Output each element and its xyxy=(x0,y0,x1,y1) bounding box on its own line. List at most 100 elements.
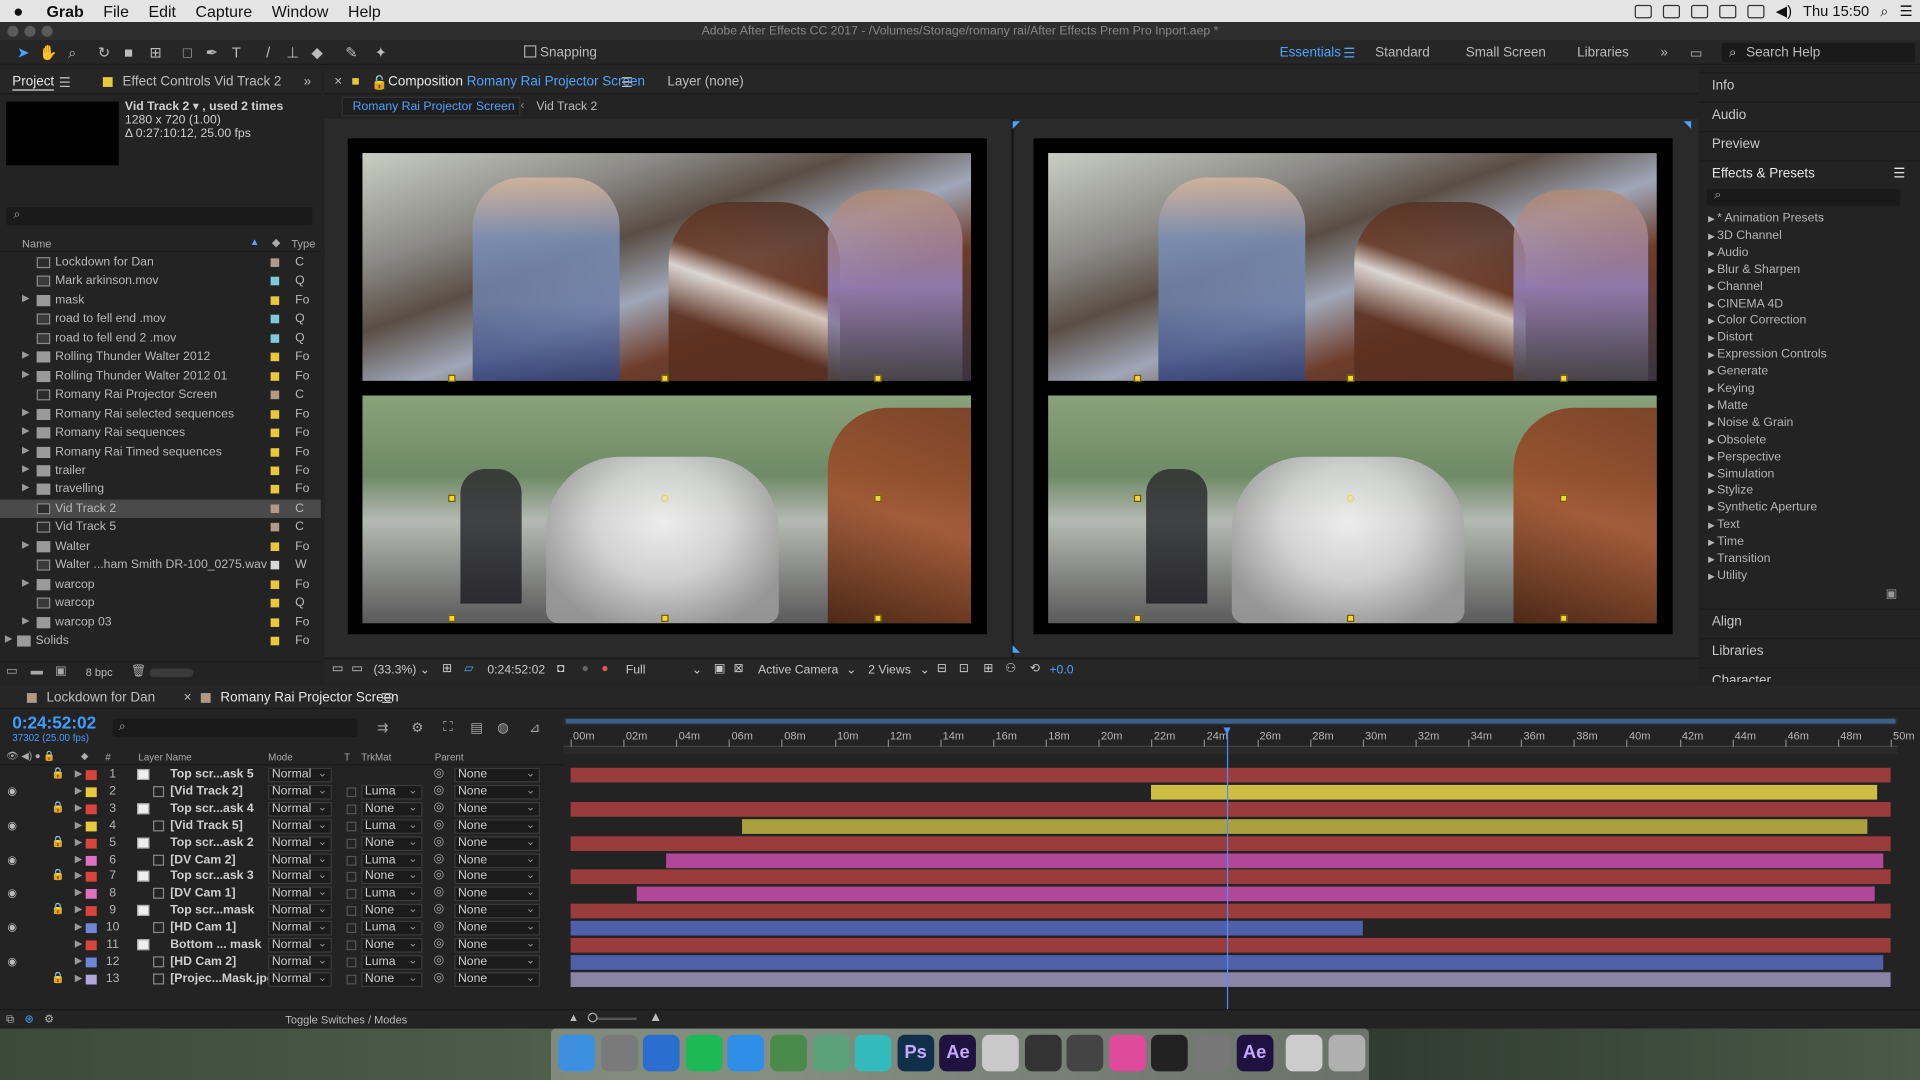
draft-3d-icon[interactable]: ⚙ xyxy=(411,720,423,736)
transform-handle[interactable] xyxy=(874,614,882,623)
preserve-transparency-checkbox[interactable] xyxy=(346,804,357,815)
disclosure-triangle-icon[interactable]: ▶ xyxy=(22,538,30,549)
layer-row[interactable]: ◉ ▶ 12 [HD Cam 2] Normal Luma ◎ None xyxy=(0,954,563,971)
hand-tool-icon[interactable]: ✋ xyxy=(39,44,57,61)
layer-name[interactable]: [Vid Track 5] xyxy=(170,819,243,832)
track-matte-dropdown[interactable]: None xyxy=(361,903,423,919)
transform-handle[interactable] xyxy=(448,614,456,623)
blend-mode-dropdown[interactable]: Normal xyxy=(268,767,332,783)
track-matte-dropdown[interactable]: Luma xyxy=(361,954,423,970)
menu-help[interactable]: Help xyxy=(338,2,390,20)
time-navigator[interactable] xyxy=(563,746,1898,755)
magnification-dropdown[interactable]: (33.3%) ⌄ xyxy=(373,664,430,677)
top-video-left[interactable] xyxy=(362,153,972,381)
breadcrumb-vid-track[interactable]: Vid Track 2 xyxy=(536,100,597,113)
snapshot-icon[interactable]: ◘ xyxy=(557,662,564,675)
transform-handle[interactable] xyxy=(1133,494,1142,503)
project-item[interactable]: ▶ warcop Fo xyxy=(0,575,321,593)
layer-label-swatch[interactable] xyxy=(85,889,97,900)
column-trkmat[interactable]: TrkMat xyxy=(361,752,391,763)
effect-category[interactable]: ▶ Channel xyxy=(1708,280,1763,293)
dock-app-icon[interactable] xyxy=(727,1034,765,1072)
anchor-point-handle[interactable] xyxy=(1346,494,1355,503)
track-matte-dropdown[interactable]: Luma xyxy=(361,818,423,834)
effect-category[interactable]: ▶ Matte xyxy=(1708,399,1748,412)
effect-category[interactable]: ▶ Simulation xyxy=(1708,467,1774,480)
layer-label-swatch[interactable] xyxy=(85,957,97,968)
parent-pick-whip-icon[interactable]: ◎ xyxy=(433,767,444,780)
parent-pick-whip-icon[interactable]: ◎ xyxy=(433,954,444,967)
column-parent[interactable]: Parent xyxy=(435,752,464,763)
project-panel-menu-icon[interactable]: ☰ xyxy=(59,75,71,91)
effect-category[interactable]: ▶ 3D Channel xyxy=(1708,229,1782,242)
parent-pick-whip-icon[interactable]: ◎ xyxy=(433,920,444,933)
layer-name[interactable]: [HD Cam 2] xyxy=(170,955,236,968)
menu-file[interactable]: File xyxy=(93,2,138,20)
project-item[interactable]: warcop Q xyxy=(0,594,321,612)
project-item[interactable]: ▶ Rolling Thunder Walter 2012 Fo xyxy=(0,348,321,366)
dock-app-icon[interactable] xyxy=(1328,1034,1366,1072)
label-swatch[interactable] xyxy=(270,315,280,324)
disclosure-triangle-icon[interactable]: ▶ xyxy=(22,482,30,493)
timeline-menu-icon[interactable]: ☰ xyxy=(381,691,393,707)
snapping-toggle[interactable]: Snapping xyxy=(524,45,597,60)
workspace-standard[interactable]: Standard xyxy=(1375,45,1430,60)
layer-label-swatch[interactable] xyxy=(85,923,97,934)
sort-ascending-icon[interactable]: ▲ xyxy=(250,236,260,247)
layer-label-swatch[interactable] xyxy=(85,787,97,798)
project-item[interactable]: ▶ Solids Fo xyxy=(0,632,321,650)
effect-category[interactable]: ▶ * Animation Presets xyxy=(1708,212,1824,225)
workspace-essentials[interactable]: Essentials xyxy=(1280,45,1341,60)
layer-disclosure-icon[interactable]: ▶ xyxy=(75,938,83,949)
layer-duration-bar[interactable] xyxy=(636,886,1875,902)
panel-audio[interactable]: Audio xyxy=(1699,101,1920,129)
project-item[interactable]: ▶ Romany Rai Timed sequences Fo xyxy=(0,443,321,461)
project-item[interactable]: ▶ mask Fo xyxy=(0,291,321,309)
flowchart-icon[interactable]: ⚇ xyxy=(1005,662,1016,675)
track-area[interactable] xyxy=(563,767,1898,990)
zoom-in-icon[interactable]: ▲ xyxy=(649,1010,662,1025)
mask-visibility-icon[interactable]: ▱ xyxy=(464,662,473,675)
bottom-video-right[interactable] xyxy=(1048,395,1657,624)
parent-pick-whip-icon[interactable]: ◎ xyxy=(433,801,444,814)
panel-effects-presets[interactable]: Effects & Presets ☰ xyxy=(1699,160,1920,187)
effect-category[interactable]: ▶ Text xyxy=(1708,518,1739,531)
transform-handle[interactable] xyxy=(1346,374,1355,383)
parent-dropdown[interactable]: None xyxy=(454,886,541,902)
layer-name[interactable]: Top scr...ask 3 xyxy=(170,870,253,883)
layer-duration-bar[interactable] xyxy=(665,852,1883,868)
effect-category[interactable]: ▶ Blur & Sharpen xyxy=(1708,263,1800,276)
label-swatch[interactable] xyxy=(270,542,280,551)
playhead-handle-icon[interactable]: ▼ xyxy=(1221,725,1233,738)
effect-category[interactable]: ▶ Synthetic Aperture xyxy=(1708,501,1817,514)
transform-handle[interactable] xyxy=(874,494,882,503)
preserve-transparency-checkbox[interactable] xyxy=(346,940,357,951)
preserve-transparency-checkbox[interactable] xyxy=(346,821,357,832)
current-time-display[interactable]: 0:24:52:02 xyxy=(487,664,545,677)
new-composition-icon[interactable]: ▣ xyxy=(55,665,67,678)
layer-label-swatch[interactable] xyxy=(85,821,97,832)
layer-duration-bar[interactable] xyxy=(1151,784,1878,800)
project-item[interactable]: ▶ Romany Rai sequences Fo xyxy=(0,424,321,442)
label-swatch[interactable] xyxy=(270,296,280,305)
preserve-transparency-checkbox[interactable] xyxy=(346,957,357,968)
timeline-current-time[interactable]: 0:24:52:02 xyxy=(12,713,96,733)
composition-mini-flowchart-icon[interactable]: ⇉ xyxy=(377,720,388,736)
label-swatch[interactable] xyxy=(270,561,280,570)
video-visibility-icon[interactable]: ◉ xyxy=(7,819,17,832)
bit-depth-button[interactable]: 8 bpc xyxy=(86,666,113,678)
layer-disclosure-icon[interactable]: ▶ xyxy=(75,785,83,796)
new-preset-icon[interactable]: ▣ xyxy=(1886,588,1898,601)
layer-label-swatch[interactable] xyxy=(85,770,97,781)
transform-handle[interactable] xyxy=(1133,614,1142,623)
always-preview-icon[interactable]: ▭ xyxy=(332,662,344,675)
layer-duration-bar[interactable] xyxy=(570,903,1891,919)
track-matte-dropdown[interactable]: Luma xyxy=(361,920,423,936)
blend-mode-dropdown[interactable]: Normal xyxy=(268,835,332,851)
layer-disclosure-icon[interactable]: ▶ xyxy=(75,853,83,864)
parent-dropdown[interactable]: None xyxy=(454,835,541,851)
track-matte-dropdown[interactable]: None xyxy=(361,869,423,885)
parent-dropdown[interactable]: None xyxy=(454,937,541,953)
label-swatch[interactable] xyxy=(270,428,280,438)
dock-app-icon[interactable] xyxy=(770,1034,807,1072)
